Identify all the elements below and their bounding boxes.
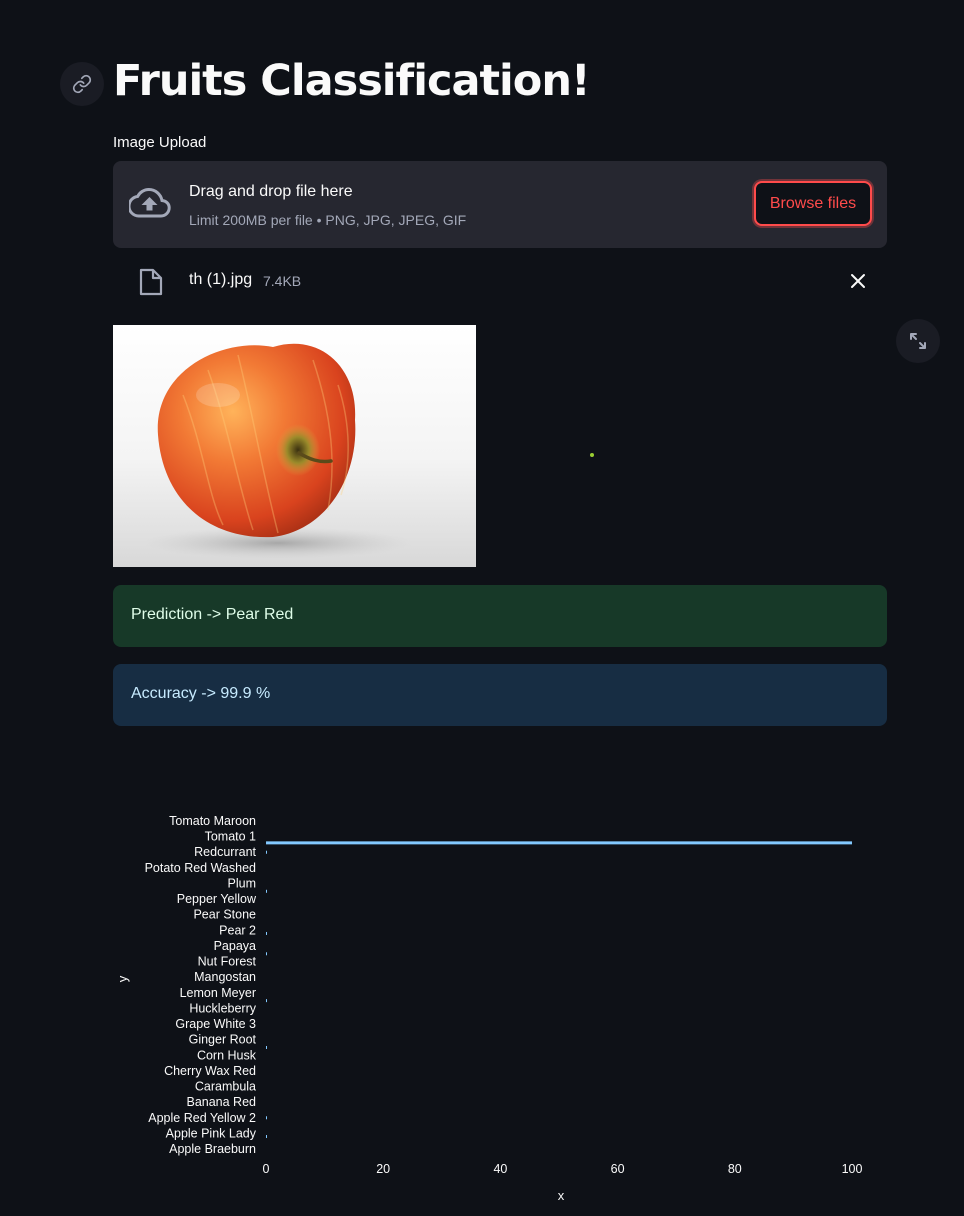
accuracy-alert: Accuracy -> 99.9 % bbox=[113, 664, 887, 726]
x-axis-title: x bbox=[558, 1188, 565, 1203]
link-icon bbox=[72, 74, 92, 94]
file-size: 7.4KB bbox=[263, 273, 302, 289]
file-name: th (1).jpg bbox=[189, 271, 253, 288]
y-axis-title: y bbox=[115, 975, 130, 982]
browse-files-button[interactable]: Browse files bbox=[754, 181, 872, 226]
x-tick-label: 0 bbox=[263, 1162, 270, 1176]
x-tick-label: 20 bbox=[376, 1162, 390, 1176]
y-tick-label: Corn Husk bbox=[197, 1048, 257, 1062]
bar bbox=[266, 841, 852, 845]
y-tick-label: Redcurrant bbox=[194, 845, 256, 859]
bar bbox=[266, 1045, 267, 1049]
y-tick-label: Apple Braeburn bbox=[169, 1142, 256, 1156]
y-tick-label: Mangostan bbox=[194, 970, 256, 984]
y-tick-label: Nut Forest bbox=[198, 955, 257, 969]
y-tick-label: Pepper Yellow bbox=[177, 892, 257, 906]
y-tick-label: Papaya bbox=[214, 939, 256, 953]
y-tick-label: Tomato 1 bbox=[205, 830, 256, 844]
decorative-dot bbox=[590, 453, 594, 457]
y-tick-label: Apple Red Yellow 2 bbox=[148, 1111, 256, 1125]
anchor-link-button[interactable] bbox=[60, 62, 104, 106]
prediction-bar-chart: Apple Braeburn Apple Pink LadyApple Red Y… bbox=[115, 814, 863, 1203]
dropzone-instructions: Drag and drop file here bbox=[189, 183, 353, 200]
y-tick-label: Cherry Wax Red bbox=[164, 1064, 256, 1078]
y-tick-label: Ginger Root bbox=[189, 1033, 257, 1047]
bar bbox=[266, 1116, 267, 1120]
y-tick-label: Pear Stone bbox=[193, 908, 256, 922]
y-tick-label: Huckleberry bbox=[189, 1001, 256, 1015]
bar bbox=[266, 952, 267, 956]
bar bbox=[266, 889, 267, 893]
uploaded-file-row: th (1).jpg 7.4KB bbox=[113, 262, 887, 302]
page-title: Fruits Classification! bbox=[113, 56, 591, 106]
prediction-alert: Prediction -> Pear Red bbox=[113, 585, 887, 647]
x-tick-label: 60 bbox=[611, 1162, 625, 1176]
dropzone-limits: Limit 200MB per file • PNG, JPG, JPEG, G… bbox=[189, 212, 467, 228]
file-icon bbox=[139, 268, 163, 296]
y-tick-label: Tomato Maroon bbox=[169, 814, 256, 828]
bar bbox=[266, 999, 267, 1003]
x-tick-label: 80 bbox=[728, 1162, 742, 1176]
bar bbox=[266, 931, 267, 935]
bar bbox=[266, 1135, 267, 1139]
y-tick-label: Banana Red bbox=[186, 1095, 256, 1109]
y-tick-label: Plum bbox=[228, 876, 256, 890]
y-tick-label: Pear 2 bbox=[219, 923, 256, 937]
apple-illustration bbox=[143, 343, 413, 559]
upload-label: Image Upload bbox=[113, 134, 207, 151]
bar bbox=[266, 850, 267, 854]
x-tick-label: 100 bbox=[842, 1162, 863, 1176]
y-tick-label: Apple Pink Lady bbox=[166, 1126, 257, 1140]
fullscreen-icon bbox=[910, 333, 926, 349]
file-dropzone[interactable]: Drag and drop file here Limit 200MB per … bbox=[113, 161, 887, 248]
cloud-upload-icon bbox=[129, 187, 171, 218]
y-tick-label: Potato Red Washed bbox=[145, 861, 256, 875]
x-tick-label: 40 bbox=[493, 1162, 507, 1176]
uploaded-image bbox=[113, 325, 476, 567]
y-tick-label: Carambula bbox=[195, 1080, 256, 1094]
y-tick-label: Grape White 3 bbox=[175, 1017, 256, 1031]
y-tick-label: Lemon Meyer bbox=[180, 986, 256, 1000]
close-icon[interactable] bbox=[848, 271, 868, 291]
fullscreen-button[interactable] bbox=[896, 319, 940, 363]
